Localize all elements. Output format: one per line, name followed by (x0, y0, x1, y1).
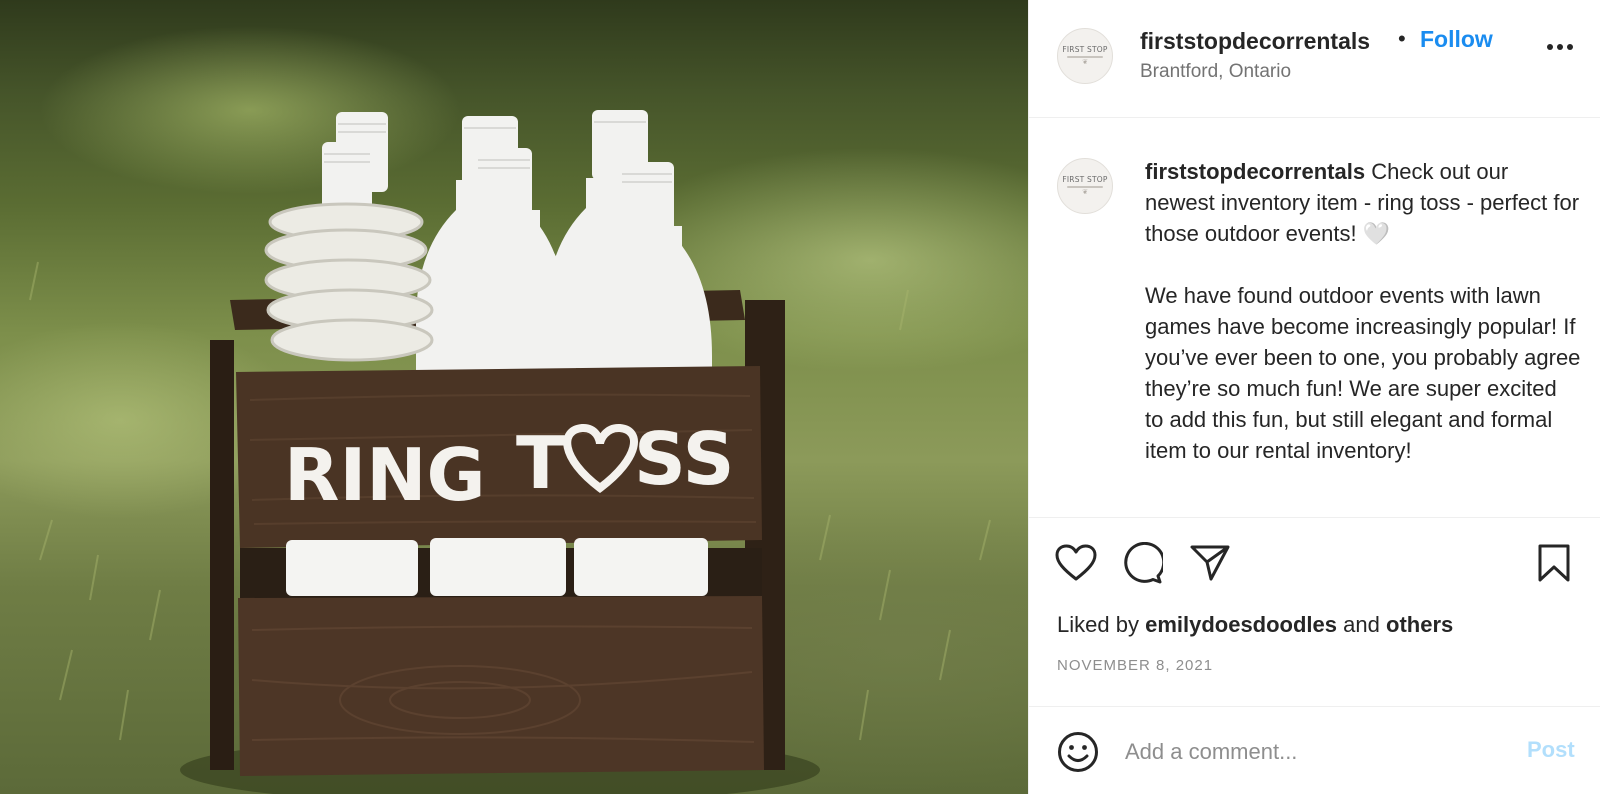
comment-input[interactable] (1125, 727, 1505, 777)
heart-icon[interactable] (1053, 540, 1099, 586)
smiley-icon[interactable] (1057, 731, 1099, 773)
leaf-icon: ❦ (1082, 189, 1088, 196)
follow-button[interactable]: Follow (1420, 26, 1493, 53)
photo-sign-t: T (516, 421, 565, 505)
avatar-brand-line (1067, 186, 1103, 188)
photo-sign-ring: RING (284, 433, 486, 517)
likes-prefix: Liked by (1057, 612, 1139, 637)
avatar-brand-text: FIRST STOP (1062, 45, 1108, 54)
caption-section: FIRST STOP ❦ firststopdecorrentals Check… (1029, 118, 1600, 518)
likes-joiner: and (1343, 612, 1380, 637)
post-side-panel: FIRST STOP ❦ firststopdecorrentals • Fol… (1028, 0, 1600, 794)
paper-plane-icon[interactable] (1187, 540, 1233, 586)
caption-avatar[interactable]: FIRST STOP ❦ (1057, 158, 1113, 214)
location-link[interactable]: Brantford, Ontario (1140, 61, 1291, 83)
likes-summary: Liked by emilydoesdoodles and others (1057, 612, 1453, 638)
ring-toss-crate-illustration: RING T SS (29, 110, 991, 794)
caption-username-link[interactable]: firststopdecorrentals (1145, 159, 1365, 184)
more-options-icon[interactable] (1543, 30, 1577, 64)
separator-dot: • (1398, 26, 1406, 51)
avatar[interactable]: FIRST STOP ❦ (1057, 28, 1113, 84)
comment-icon[interactable] (1119, 540, 1165, 586)
bookmark-icon[interactable] (1531, 540, 1577, 586)
avatar-brand-text: FIRST STOP (1062, 175, 1108, 184)
post-actions (1029, 518, 1600, 590)
comment-bar: Post (1029, 706, 1600, 794)
post-caption: firststopdecorrentals Check out our newe… (1145, 156, 1581, 466)
liked-by-user-link[interactable]: emilydoesdoodles (1145, 612, 1337, 637)
photo-sign-ss: SS (634, 417, 734, 501)
post-photo[interactable]: RING T SS (0, 0, 1028, 794)
likes-others-link[interactable]: others (1386, 612, 1453, 637)
post-header: FIRST STOP ❦ firststopdecorrentals • Fol… (1029, 0, 1600, 118)
username-link[interactable]: firststopdecorrentals (1140, 28, 1370, 55)
post-comment-button[interactable]: Post (1527, 737, 1575, 763)
leaf-icon: ❦ (1082, 59, 1088, 66)
post-date[interactable]: NOVEMBER 8, 2021 (1057, 657, 1213, 674)
caption-text-2: We have found outdoor events with lawn g… (1145, 283, 1581, 463)
avatar-brand-line (1067, 56, 1103, 58)
